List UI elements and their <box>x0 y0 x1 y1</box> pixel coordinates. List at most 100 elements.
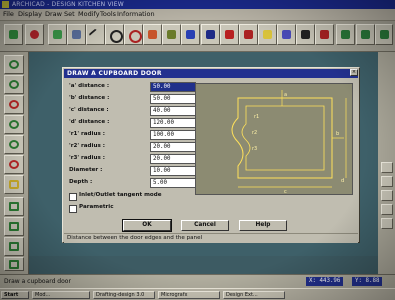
menu-file[interactable]: File <box>3 10 14 18</box>
menu-information[interactable]: Information <box>117 10 155 18</box>
tool-dims-button[interactable] <box>181 24 200 45</box>
left-tool-palette <box>0 52 29 274</box>
rectangle-icon <box>301 30 310 39</box>
field-b-input[interactable]: 50.00 <box>150 94 196 104</box>
drill-icon <box>244 30 253 39</box>
tool-shape-button[interactable] <box>162 24 181 45</box>
field-r2-input[interactable]: 20.00 <box>150 142 196 152</box>
dim-label-b: b <box>336 131 339 137</box>
field-r1-input[interactable]: 100.00 <box>150 130 196 140</box>
layers-icon <box>53 30 62 39</box>
hand-icon <box>9 180 19 189</box>
field-diameter-input[interactable]: 10.00 <box>150 166 196 176</box>
scroll-left-button[interactable] <box>381 190 393 201</box>
zoom-in-icon <box>9 60 19 69</box>
tool-cross-button[interactable] <box>143 24 162 45</box>
checkbox-label: Parametric <box>79 204 114 210</box>
dialog-close-button[interactable]: × <box>350 69 358 76</box>
palette-layers-button[interactable] <box>4 217 24 236</box>
cross-icon <box>148 30 157 39</box>
field-label: Diameter : <box>69 167 103 173</box>
dim-label-d: d <box>341 178 344 184</box>
tool-hatch-button[interactable] <box>277 24 296 45</box>
cancel-button[interactable]: Cancel <box>181 220 229 231</box>
line-icon <box>88 28 103 43</box>
field-depth-input[interactable]: 5.00 <box>150 178 196 188</box>
ok-button[interactable]: OK <box>122 219 172 232</box>
field-r3-input[interactable]: 20.00 <box>150 154 196 164</box>
tool-layers-button[interactable] <box>48 24 67 45</box>
help-button[interactable]: Help <box>239 220 287 231</box>
palette-info-button[interactable] <box>4 237 24 256</box>
tool-select-button[interactable] <box>4 24 23 45</box>
dim-label-r1: r1 <box>254 114 259 120</box>
tool-label-button[interactable] <box>315 24 334 45</box>
tool-rect-button[interactable] <box>296 24 315 45</box>
tool-line-button[interactable] <box>86 24 105 45</box>
taskbar-item[interactable]: Micrografx <box>158 291 220 299</box>
select-icon <box>9 30 18 39</box>
grid-icon <box>72 30 81 39</box>
field-d-input[interactable]: 120.00 <box>150 118 196 128</box>
door-outline <box>231 97 333 179</box>
menu-bar: File Display Draw Set Modify Tools Infor… <box>0 9 395 21</box>
tool-text-button[interactable] <box>220 24 239 45</box>
taskbar-item[interactable]: Mod... <box>32 291 90 299</box>
zoom-out-icon <box>9 80 19 89</box>
app-window: ARCHICAD - DESIGN KITCHEN VIEW File Disp… <box>0 0 395 300</box>
start-button[interactable]: Start <box>1 291 29 299</box>
taskbar-item[interactable]: Drafting-design 3.0 <box>93 291 155 299</box>
tool-bug-button[interactable] <box>25 24 44 45</box>
palette-hand-button[interactable] <box>4 175 24 194</box>
scroll-up-button[interactable] <box>381 162 393 173</box>
info-icon <box>9 242 19 251</box>
scroll-down-button[interactable] <box>381 176 393 187</box>
cupboard-door-dialog: DRAW A CUPBOARD DOOR × 'a' distance : 50… <box>62 67 360 243</box>
palette-print-button[interactable] <box>4 257 24 271</box>
tool-grid-button[interactable] <box>67 24 86 45</box>
taskbar-item[interactable]: Design Ext... <box>223 291 285 299</box>
menu-tools[interactable]: Tools <box>100 10 116 18</box>
menu-modify[interactable]: Modify <box>78 10 100 18</box>
hatch-icon <box>282 30 291 39</box>
zoom-prev-icon <box>9 140 19 149</box>
tool-drill-button[interactable] <box>239 24 258 45</box>
checkbox-box[interactable] <box>69 193 77 201</box>
field-a-input[interactable]: 50.00 <box>150 82 196 92</box>
field-label: Depth : <box>69 179 93 185</box>
tool-undo-button[interactable] <box>336 24 355 45</box>
tool-arc-button[interactable] <box>105 24 124 45</box>
palette-zoom-in-button[interactable] <box>4 55 24 74</box>
menu-draw[interactable]: Draw <box>45 10 62 18</box>
dialog-title-bar: DRAW A CUPBOARD DOOR <box>64 69 358 78</box>
pattern-icon <box>263 30 272 39</box>
palette-zoom-window-button[interactable] <box>4 95 24 114</box>
window-title: ARCHICAD - DESIGN KITCHEN VIEW <box>12 1 124 8</box>
title-bar: ARCHICAD - DESIGN KITCHEN VIEW <box>0 0 395 9</box>
palette-zoom-all-button[interactable] <box>4 115 24 134</box>
tool-redo-button[interactable] <box>356 24 375 45</box>
field-label: 'd' distance : <box>69 119 110 125</box>
tool-pattern-button[interactable] <box>258 24 277 45</box>
tool-zoom-button[interactable] <box>201 24 220 45</box>
tool-circle-button[interactable] <box>124 24 143 45</box>
palette-zoom-prev-button[interactable] <box>4 135 24 154</box>
x-coordinate: X: 443.96 <box>306 277 344 286</box>
label-icon <box>320 30 329 39</box>
field-c-input[interactable]: 40.00 <box>150 106 196 116</box>
status-bar: Draw a cupboard door X: 443.96 Y: 8.88 <box>0 274 395 289</box>
scroll-home-button[interactable] <box>381 218 393 229</box>
checkbox-box[interactable] <box>69 205 77 213</box>
tool-exit-button[interactable] <box>375 24 393 45</box>
palette-zoom-out-button[interactable] <box>4 75 24 94</box>
palette-pan-button[interactable] <box>4 155 24 174</box>
bug-icon <box>30 30 39 39</box>
menu-display[interactable]: Display <box>18 10 42 18</box>
dialog-title: DRAW A CUPBOARD DOOR <box>67 70 162 77</box>
palette-pencil-button[interactable] <box>4 197 24 216</box>
arc-icon <box>110 30 123 43</box>
menu-set[interactable]: Set <box>64 10 75 18</box>
layers-icon <box>9 222 19 231</box>
taskbar: Start Mod... Drafting-design 3.0 Microgr… <box>0 288 395 300</box>
scroll-right-button[interactable] <box>381 204 393 215</box>
